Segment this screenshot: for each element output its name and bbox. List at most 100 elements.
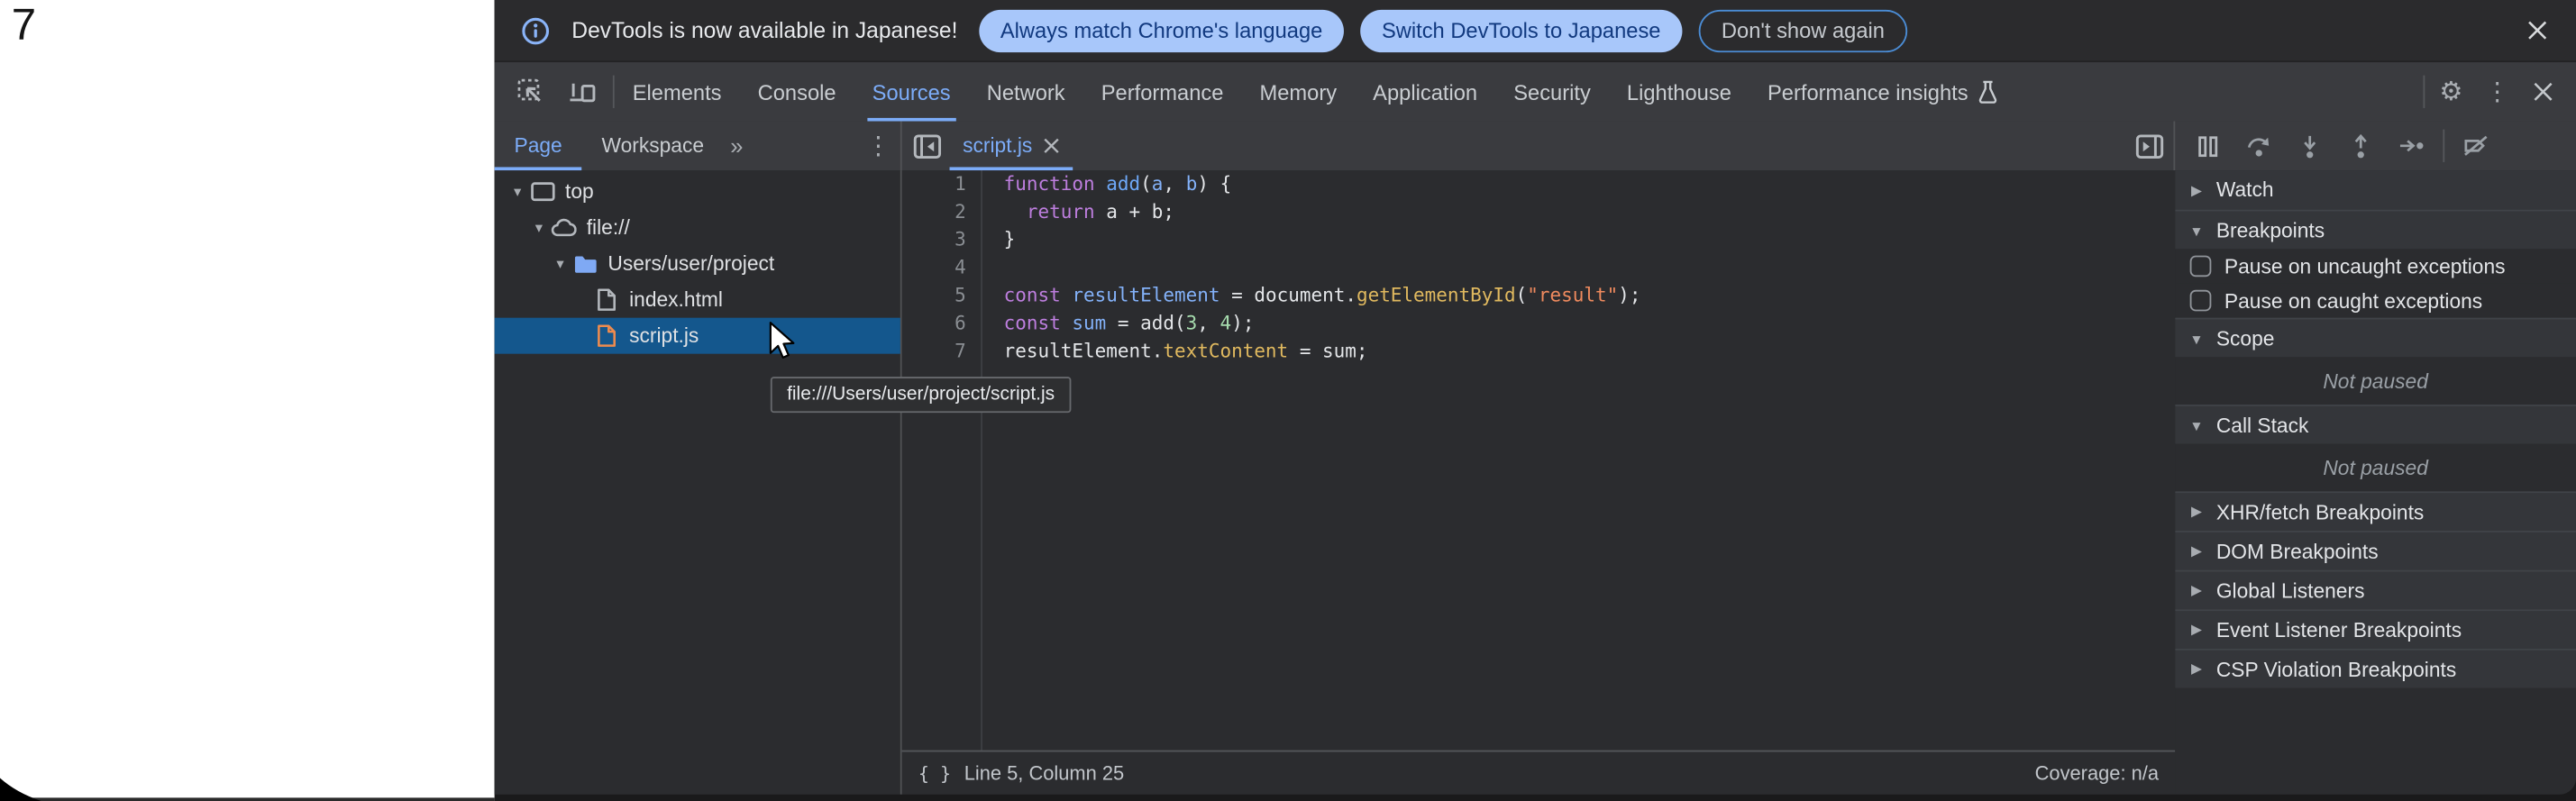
tab-overflow-chevrons-icon[interactable]: »: [724, 122, 750, 171]
tab-performance[interactable]: Performance: [1083, 62, 1242, 121]
sidebar-section-label: CSP Violation Breakpoints: [2216, 658, 2456, 680]
infobar-button-don-t-show-again[interactable]: Don't show again: [1698, 9, 1907, 51]
sidebar-section-label: DOM Breakpoints: [2216, 540, 2379, 562]
checkbox-label: Pause on caught exceptions: [2224, 289, 2482, 312]
tree-item-script-js[interactable]: script.js: [495, 318, 900, 354]
tree-disclosure-icon[interactable]: ▾: [529, 219, 549, 237]
line-number-gutter[interactable]: 1234567: [902, 170, 982, 751]
navigator-kebab-icon[interactable]: ⋮: [866, 122, 900, 171]
screen: 7 DevTools is now available in Japanese!…: [0, 0, 2576, 801]
code-line[interactable]: [1004, 254, 1641, 282]
info-icon: [516, 11, 555, 50]
code-line[interactable]: return a + b;: [1004, 198, 1641, 226]
tab-console[interactable]: Console: [740, 62, 854, 121]
tree-disclosure-icon[interactable]: ▾: [551, 255, 571, 273]
collapse-navigator-icon[interactable]: [907, 126, 946, 166]
code-line[interactable]: const sum = add(3, 4);: [1004, 310, 1641, 338]
tree-item-index-html[interactable]: index.html: [495, 282, 900, 318]
tab-sources[interactable]: Sources: [854, 62, 969, 121]
infobar-button-always-match-chrome-s-language[interactable]: Always match Chrome's language: [979, 9, 1344, 51]
triangle-down-icon: ▼: [2188, 222, 2205, 238]
token-pl: resultElement.: [1004, 339, 1164, 361]
file-path-tooltip: file:///Users/user/project/script.js: [771, 377, 1071, 413]
step-icon[interactable]: [2392, 126, 2432, 166]
navigator-tab-page[interactable]: Page: [495, 122, 582, 171]
sidebar-section-label: Event Listener Breakpoints: [2216, 618, 2462, 641]
tab-application[interactable]: Application: [1355, 62, 1495, 121]
token-pl: (: [1140, 172, 1152, 195]
step-out-icon[interactable]: [2341, 126, 2380, 166]
step-into-icon[interactable]: [2290, 126, 2330, 166]
infobar-close-button[interactable]: [2517, 11, 2556, 50]
checkbox-icon[interactable]: [2190, 290, 2212, 312]
sidebar-section-watch[interactable]: ▶Watch: [2175, 170, 2576, 210]
code-line[interactable]: const resultElement = document.getElemen…: [1004, 282, 1641, 310]
triangle-down-icon: ▼: [2188, 417, 2205, 433]
main-toolbar: ElementsConsoleSourcesNetworkPerformance…: [495, 62, 2576, 121]
line-number[interactable]: 7: [902, 338, 966, 366]
pretty-print-icon[interactable]: { }: [918, 762, 951, 784]
cursor-position-label: Line 5, Column 25: [964, 761, 1125, 784]
token-pl: ) {: [1197, 172, 1231, 195]
tree-item-file[interactable]: ▾ file://: [495, 210, 900, 246]
debugger-controls: [2175, 122, 2576, 171]
sidebar-section-scope[interactable]: ▼Scope: [2175, 318, 2576, 358]
line-number[interactable]: 1: [902, 170, 966, 198]
tab-label: Application: [1373, 79, 1477, 104]
navigator-tab-workspace[interactable]: Workspace: [582, 122, 724, 171]
line-number[interactable]: 6: [902, 310, 966, 338]
token-pl: [1061, 284, 1073, 306]
line-number[interactable]: 2: [902, 198, 966, 226]
tree-item-users-user-project[interactable]: ▾Users/user/project: [495, 246, 900, 282]
code-lines[interactable]: function add(a, b) { return a + b;} cons…: [982, 170, 1641, 751]
token-vr: a: [1152, 172, 1164, 195]
toolbar-lead-icons: [495, 62, 613, 121]
tab-close-icon[interactable]: [1044, 138, 1060, 154]
code-line[interactable]: resultElement.textContent = sum;: [1004, 338, 1641, 366]
checkbox-row-pause-on-uncaught-exceptions[interactable]: Pause on uncaught exceptions: [2175, 249, 2576, 283]
tree-item-label: file://: [587, 216, 630, 239]
coverage-label: Coverage: n/a: [2035, 761, 2159, 784]
inspect-element-icon[interactable]: [511, 72, 551, 112]
settings-gear-icon[interactable]: ⚙: [2432, 72, 2471, 112]
code-line[interactable]: function add(a, b) {: [1004, 170, 1641, 198]
token-pl: [1004, 200, 1027, 223]
tab-elements[interactable]: Elements: [615, 62, 740, 121]
sidebar-section-csp-violation-breakpoints[interactable]: ▶CSP Violation Breakpoints: [2175, 649, 2576, 688]
debugger-controls-divider: [2443, 130, 2444, 162]
sidebar-section-xhr-fetch-breakpoints[interactable]: ▶XHR/fetch Breakpoints: [2175, 491, 2576, 531]
more-options-kebab-icon[interactable]: ⋮: [2478, 72, 2517, 112]
sidebar-section-breakpoints[interactable]: ▼Breakpoints: [2175, 210, 2576, 250]
device-toolbar-icon[interactable]: [563, 72, 603, 112]
sidebar-section-event-listener-breakpoints[interactable]: ▶Event Listener Breakpoints: [2175, 609, 2576, 649]
pause-script-icon[interactable]: [2188, 126, 2228, 166]
step-over-icon[interactable]: [2239, 126, 2279, 166]
tab-security[interactable]: Security: [1495, 62, 1609, 121]
line-number[interactable]: 3: [902, 226, 966, 254]
deactivate-breakpoints-icon[interactable]: [2456, 126, 2496, 166]
tree-item-top[interactable]: ▾top: [495, 174, 900, 210]
line-number[interactable]: 5: [902, 282, 966, 310]
navigator-tabs: PageWorkspace: [495, 122, 724, 171]
checkbox-icon[interactable]: [2190, 256, 2212, 278]
tab-memory[interactable]: Memory: [1241, 62, 1355, 121]
checkbox-row-pause-on-caught-exceptions[interactable]: Pause on caught exceptions: [2175, 284, 2576, 318]
sidebar-section-dom-breakpoints[interactable]: ▶DOM Breakpoints: [2175, 531, 2576, 570]
line-number[interactable]: 4: [902, 254, 966, 282]
devtools-close-icon[interactable]: [2524, 72, 2563, 112]
tree-disclosure-icon[interactable]: ▾: [507, 183, 527, 201]
token-kw: const: [1004, 284, 1061, 306]
sidebar-section-global-listeners[interactable]: ▶Global Listeners: [2175, 570, 2576, 610]
tab-lighthouse[interactable]: Lighthouse: [1609, 62, 1749, 121]
code-line[interactable]: }: [1004, 226, 1641, 254]
tab-performance-insights[interactable]: Performance insights: [1749, 62, 2016, 121]
tab-network[interactable]: Network: [969, 62, 1083, 121]
editor-file-tab[interactable]: script.js: [946, 122, 1077, 171]
toggle-debugger-sidebar-icon[interactable]: [2129, 126, 2169, 166]
token-vr: sum: [1072, 311, 1106, 333]
token-kw: return: [1027, 200, 1095, 223]
infobar-button-switch-devtools-to-japanese[interactable]: Switch DevTools to Japanese: [1360, 9, 1682, 51]
folder-icon: [570, 253, 599, 275]
sidebar-section-call-stack[interactable]: ▼Call Stack: [2175, 405, 2576, 444]
triangle-right-icon: ▶: [2188, 581, 2205, 599]
